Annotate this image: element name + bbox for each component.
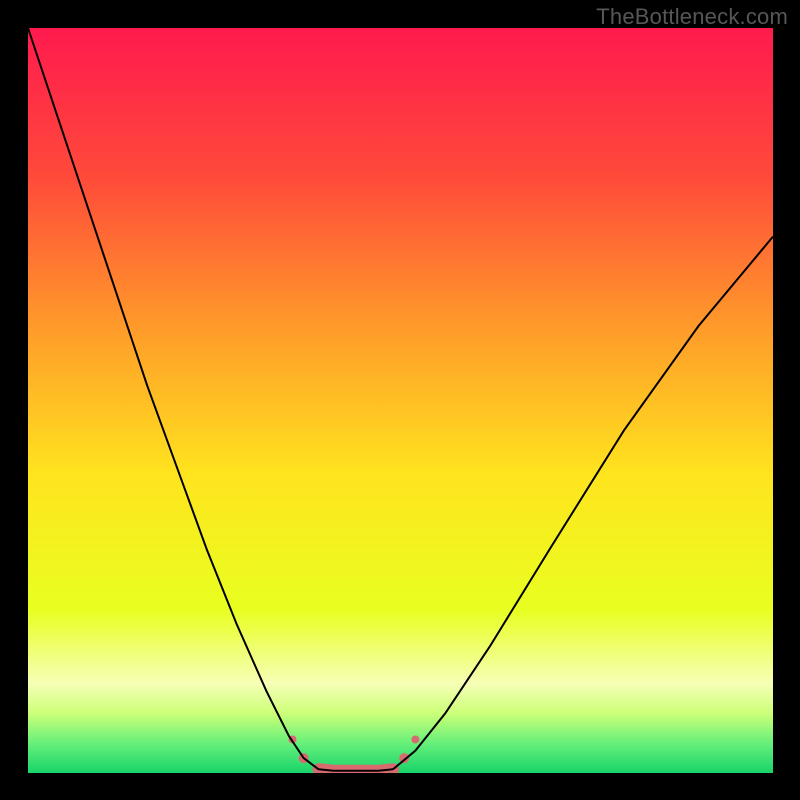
watermark-text: TheBottleneck.com [596,4,788,30]
curve-left-branch [28,28,393,771]
plot-area [28,28,773,773]
chart-stage: TheBottleneck.com [0,0,800,800]
curve-right-branch [393,237,773,770]
curve-layer [28,28,773,773]
flat-dot [411,735,419,743]
